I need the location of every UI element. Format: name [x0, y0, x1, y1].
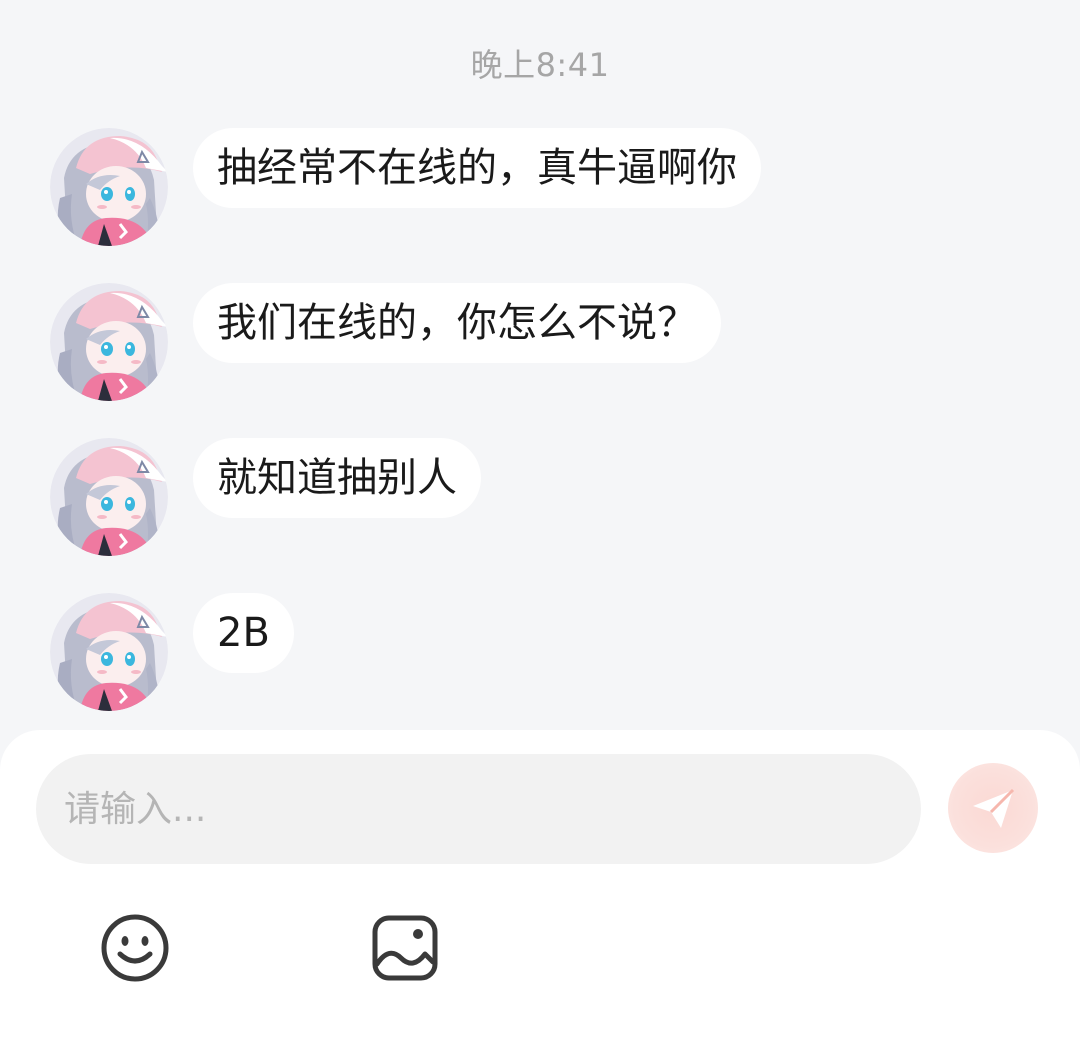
image-icon [372, 915, 438, 981]
message-bubble[interactable]: 2B [193, 593, 294, 673]
send-icon [973, 788, 1015, 828]
avatar[interactable] [50, 283, 168, 401]
message-bubble[interactable]: 抽经常不在线的，真牛逼啊你 [193, 128, 761, 208]
message-bubble[interactable]: 我们在线的，你怎么不说？ [193, 283, 721, 363]
composer-panel [0, 730, 1080, 1041]
message-timestamp: 晚上8:41 [470, 46, 610, 84]
emoji-icon [101, 914, 169, 982]
chat-area: 晚上8:41 抽经常不在线的，真牛逼啊你 我们在线的，你怎么不说？ 就知道抽别人… [0, 0, 1080, 740]
avatar[interactable] [50, 593, 168, 711]
message-input[interactable] [36, 754, 921, 864]
emoji-button[interactable] [99, 912, 171, 984]
send-button[interactable] [948, 763, 1038, 853]
avatar[interactable] [50, 438, 168, 556]
image-button[interactable] [369, 912, 441, 984]
message-bubble[interactable]: 就知道抽别人 [193, 438, 481, 518]
avatar[interactable] [50, 128, 168, 246]
